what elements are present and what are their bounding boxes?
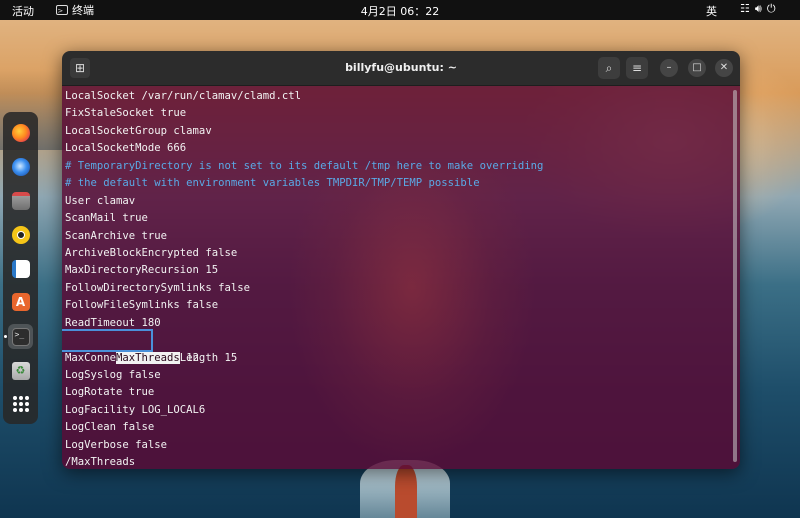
terminal-line: FixStaleSocket true [65,107,187,120]
search-icon: ⌕ [605,61,613,75]
terminal-line: FollowDirectorySymlinks false [65,281,250,294]
input-method-indicator[interactable]: 英 [706,3,717,19]
running-indicator [4,335,7,338]
terminal-window: ⊞ billyfu@ubuntu: ~ ⌕ ≡ – □ ✕ LocalSocke… [62,51,740,469]
show-apps-icon [12,395,29,412]
maximize-icon: □ [692,62,702,73]
search-button[interactable]: ⌕ [598,57,620,79]
wallpaper-ship-hull [395,465,417,518]
terminal-line: User clamav [65,194,136,207]
terminal-line: LocalSocket /var/run/clamav/clamd.ctl [65,90,301,102]
thunderbird-icon [11,157,30,176]
terminal-output: LocalSocket /var/run/clamav/clamd.ctl Fi… [62,88,544,469]
terminal-line-partially-covered: ReadTimeout 180 [65,316,161,327]
trash-icon: ♻ [11,361,30,380]
close-icon: ✕ [719,62,729,73]
terminal-line: FollowFileSymlinks false [65,299,219,312]
terminal-icon: >_ [56,5,68,15]
clock[interactable]: 4月2日 06：22 [361,5,440,18]
terminal-line: LocalSocketGroup clamav [65,124,212,137]
terminal-scrollbar[interactable] [732,86,738,469]
terminal-icon: >_ [11,327,30,346]
dock-writer[interactable] [8,256,33,281]
minimize-button[interactable]: – [660,59,678,77]
menu-icon: ≡ [631,61,643,75]
terminal-line: LogSyslog false [65,369,161,381]
rhythmbox-icon [11,225,30,244]
terminal-line: LogRotate true [65,386,155,399]
dock-rhythmbox[interactable] [8,222,33,247]
terminal-line-search-match: MaxThreads 12 [62,329,543,364]
dock-thunderbird[interactable] [8,154,33,179]
firefox-icon [11,123,30,142]
ubuntu-software-icon: A [11,292,30,311]
top-bar: 活动 >_ 终端 4月2日 06：22 英 ☷ 🔊︎ ⏻ [0,0,800,20]
terminal-line: LogVerbose false [65,438,168,451]
maximize-button[interactable]: □ [688,59,706,77]
dock-show-apps[interactable] [8,391,33,416]
libreoffice-writer-icon [11,259,30,278]
focus-highlight-box [62,329,153,353]
terminal-headerbar[interactable]: ⊞ billyfu@ubuntu: ~ ⌕ ≡ – □ ✕ [62,51,740,86]
terminal-line: ArchiveBlockEncrypted false [65,246,238,259]
dock-terminal[interactable]: >_ [8,324,33,349]
terminal-line: LogFacility LOG_LOCAL6 [65,403,206,416]
close-button[interactable]: ✕ [715,59,733,77]
search-match-value: 12 [179,351,199,364]
pager-search-prompt[interactable]: /MaxThreads [65,454,543,469]
new-tab-button[interactable]: ⊞ [70,58,90,78]
new-tab-icon: ⊞ [74,61,86,75]
scrollbar-thumb[interactable] [733,90,737,462]
activities-button[interactable]: 活动 [12,3,34,19]
search-match-highlight[interactable]: MaxThreads [116,351,180,364]
power-icon: ⏻ [766,2,776,15]
terminal-comment-line: # the default with environment variables… [65,177,480,190]
app-menu-button[interactable]: >_ 终端 [56,2,94,18]
clock-container: 4月2日 06：22 [0,3,800,19]
volume-icon: 🔊︎ [754,2,762,15]
system-status-menu[interactable]: ☷ 🔊︎ ⏻ [740,2,776,16]
terminal-line: ScanMail true [65,212,148,225]
network-icon: ☷ [740,2,750,15]
terminal-line: ScanArchive true [65,229,168,242]
dock: A >_ ♻ [3,112,38,424]
terminal-line: LocalSocketMode 666 [65,142,187,155]
terminal-line: MaxDirectoryRecursion 15 [65,264,219,277]
terminal-comment-line: # TemporaryDirectory is not set to its d… [65,159,544,172]
dock-software[interactable]: A [8,289,33,314]
dock-files[interactable] [8,188,33,213]
minimize-icon: – [666,62,672,73]
dock-trash[interactable]: ♻ [8,358,33,383]
app-menu-label: 终端 [72,4,94,17]
files-icon [11,191,30,210]
menu-button[interactable]: ≡ [626,57,648,79]
dock-firefox[interactable] [8,120,33,145]
terminal-content[interactable]: LocalSocket /var/run/clamav/clamd.ctl Fi… [62,86,740,469]
terminal-line: LogClean false [65,421,155,434]
